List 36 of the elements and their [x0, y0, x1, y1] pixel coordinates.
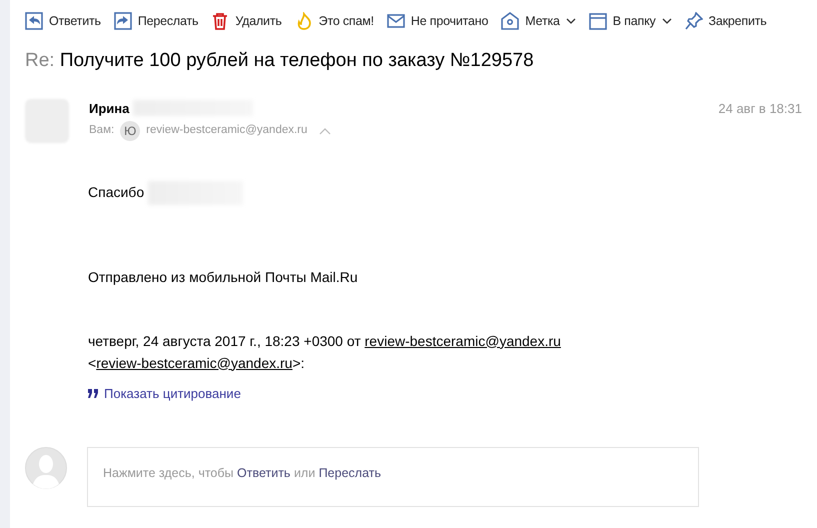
- toolbar-button[interactable]: В папку: [588, 12, 672, 30]
- quote-header: четверг, 24 августа 2017 г., 18:23 +0300 от review-bestceramic@yandex.ru <review-bestceramic@yandex.ru>:: [88, 332, 562, 373]
- toolbar-button[interactable]: Метка: [501, 12, 576, 30]
- email-link[interactable]: review-bestceramic@yandex.ru: [96, 354, 292, 370]
- show-quote-link[interactable]: Показать цитирование: [88, 384, 817, 403]
- signature-text: Отправлено из мобильной Почты Mail.Ru: [88, 268, 359, 287]
- recipient-avatar: Ю: [120, 121, 140, 141]
- forward-link[interactable]: Переслать: [318, 466, 381, 480]
- reply-prompt-text: Нажмите здесь, чтобы: [103, 466, 234, 480]
- subject-prefix: Re:: [25, 50, 55, 71]
- toolbar-button[interactable]: Закрепить: [684, 12, 767, 30]
- quote-icon: [88, 388, 99, 398]
- tag-icon: [501, 12, 520, 30]
- reply-prompt-box[interactable]: Нажмите здесь, чтобы Ответить или Переслать: [87, 447, 699, 507]
- email-link[interactable]: review-bestceramic@yandex.ru: [364, 332, 561, 348]
- envelope-icon: [386, 12, 405, 30]
- email-subject: Получите 100 рублей на телефон по заказу №129578: [60, 50, 534, 71]
- reply-link[interactable]: Ответить: [237, 466, 290, 480]
- or-text: или: [294, 466, 316, 480]
- user-avatar-icon: [25, 447, 67, 489]
- caret-icon[interactable]: [319, 128, 332, 134]
- greeting-text: Спасибо: [88, 183, 144, 202]
- folder-icon: [588, 12, 607, 30]
- pin-icon: [684, 12, 703, 30]
- toolbar-button[interactable]: Переслать: [114, 12, 198, 30]
- toolbar-button[interactable]: Удалить: [211, 12, 282, 30]
- recipient-label: Вам:: [89, 123, 114, 138]
- reply-icon: [25, 12, 43, 30]
- toolbar-button[interactable]: Ответить: [25, 12, 101, 30]
- recipient-email: review-bestceramic@yandex.ru: [146, 123, 308, 138]
- toolbar-button[interactable]: Не прочитано: [386, 12, 488, 30]
- sender-name: Ирина: [89, 100, 130, 118]
- forward-icon: [114, 12, 132, 30]
- toolbar-button[interactable]: Это спам!: [294, 12, 374, 30]
- message-date: 24 авг в 18:31: [718, 100, 802, 118]
- trash-icon: [211, 12, 230, 30]
